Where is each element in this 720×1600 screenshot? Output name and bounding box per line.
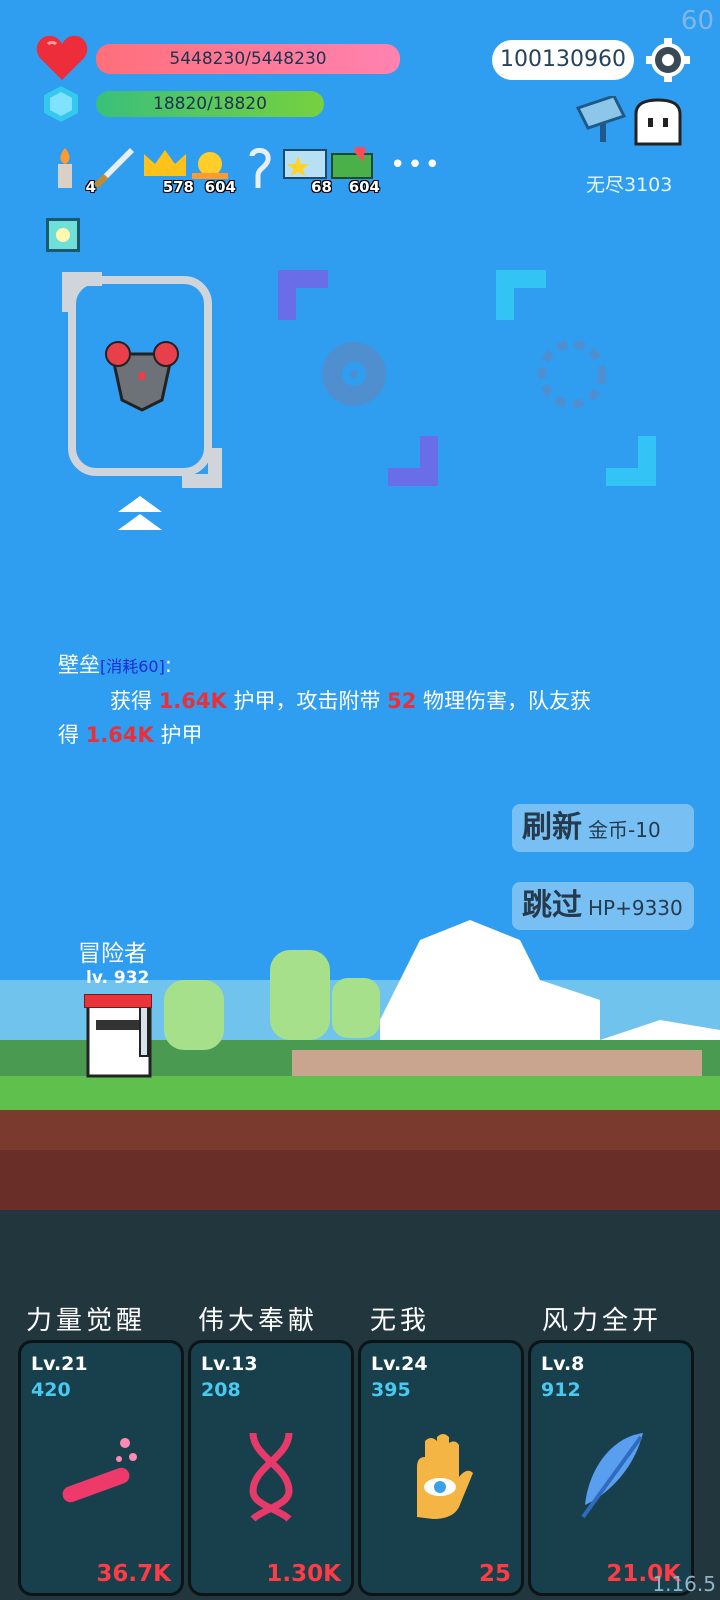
gear-icon[interactable] xyxy=(646,38,690,82)
selected-skill-card[interactable] xyxy=(62,272,222,488)
skill-title: 力量觉醒 xyxy=(26,1306,147,1336)
inventory-item[interactable]: 68 xyxy=(282,146,332,196)
inventory-item[interactable] xyxy=(90,146,136,196)
skill-slot-locked[interactable] xyxy=(496,270,656,486)
knight-hero xyxy=(86,999,152,1078)
version-label: 1.16.5 xyxy=(652,1572,716,1596)
hero-level: lv. 932 xyxy=(86,968,150,988)
skill-title: 无我 xyxy=(370,1306,431,1336)
sun-icon xyxy=(192,152,228,179)
signpost-icon[interactable] xyxy=(574,96,630,142)
skill-description: 壁垒[消耗60]: 获得 1.64K 护甲，攻击附带 52 物理伤害，队友获 得… xyxy=(58,653,592,747)
mana-bar: 18820/18820 xyxy=(96,91,324,117)
diamond-icon xyxy=(44,86,78,122)
inventory-item[interactable]: 604 xyxy=(188,146,236,196)
potion-icon xyxy=(62,1438,137,1503)
hero-name: 冒险者 xyxy=(78,941,147,967)
eye-hand-icon xyxy=(417,1434,473,1519)
inventory-item[interactable]: 4 xyxy=(46,146,96,196)
inventory-item[interactable]: 578 xyxy=(140,146,194,196)
feather-icon xyxy=(581,1433,643,1519)
fps-counter: 60 xyxy=(680,6,714,36)
inventory-item[interactable] xyxy=(242,146,276,196)
skill-card-selfless[interactable]: Lv.24 395 25 xyxy=(358,1340,524,1596)
endless-stage-label: 无尽3103 xyxy=(586,174,673,196)
sword-icon xyxy=(93,148,134,189)
skill-cost: [消耗60] xyxy=(100,657,165,676)
crown-icon xyxy=(144,150,186,176)
lamp-tile-icon[interactable] xyxy=(46,218,80,252)
star-card-icon xyxy=(283,149,327,179)
heart-card-icon xyxy=(331,146,373,179)
skill-card-devotion[interactable]: Lv.13 208 1.30K xyxy=(188,1340,354,1596)
bulwark-armor-icon xyxy=(105,341,179,412)
skill-slot-locked[interactable] xyxy=(278,270,438,486)
upgrade-arrow-icon xyxy=(118,496,162,530)
skill-name: 壁垒 xyxy=(58,653,100,677)
dna-icon xyxy=(249,1432,293,1522)
refresh-button[interactable]: 刷新 金币-10 xyxy=(512,804,694,852)
heart-icon xyxy=(36,35,88,80)
gold-counter[interactable]: 100130960 xyxy=(492,40,634,80)
hero-health-bar xyxy=(84,994,152,1008)
more-items-button[interactable]: ••• xyxy=(390,150,442,180)
ghost-icon[interactable] xyxy=(632,98,684,148)
hook-icon xyxy=(249,148,271,188)
skill-card-wind[interactable]: Lv.8 912 21.0K xyxy=(528,1340,694,1596)
candle-icon xyxy=(58,148,72,188)
hp-bar: 5448230/5448230 xyxy=(96,44,400,74)
skill-card-strength[interactable]: Lv.21 420 36.7K xyxy=(18,1340,184,1596)
skill-title: 伟大奉献 xyxy=(198,1306,319,1336)
gold-amount: 100130960 xyxy=(500,47,626,72)
inventory-item[interactable]: 604 xyxy=(330,146,380,196)
skill-title: 风力全开 xyxy=(542,1306,663,1336)
